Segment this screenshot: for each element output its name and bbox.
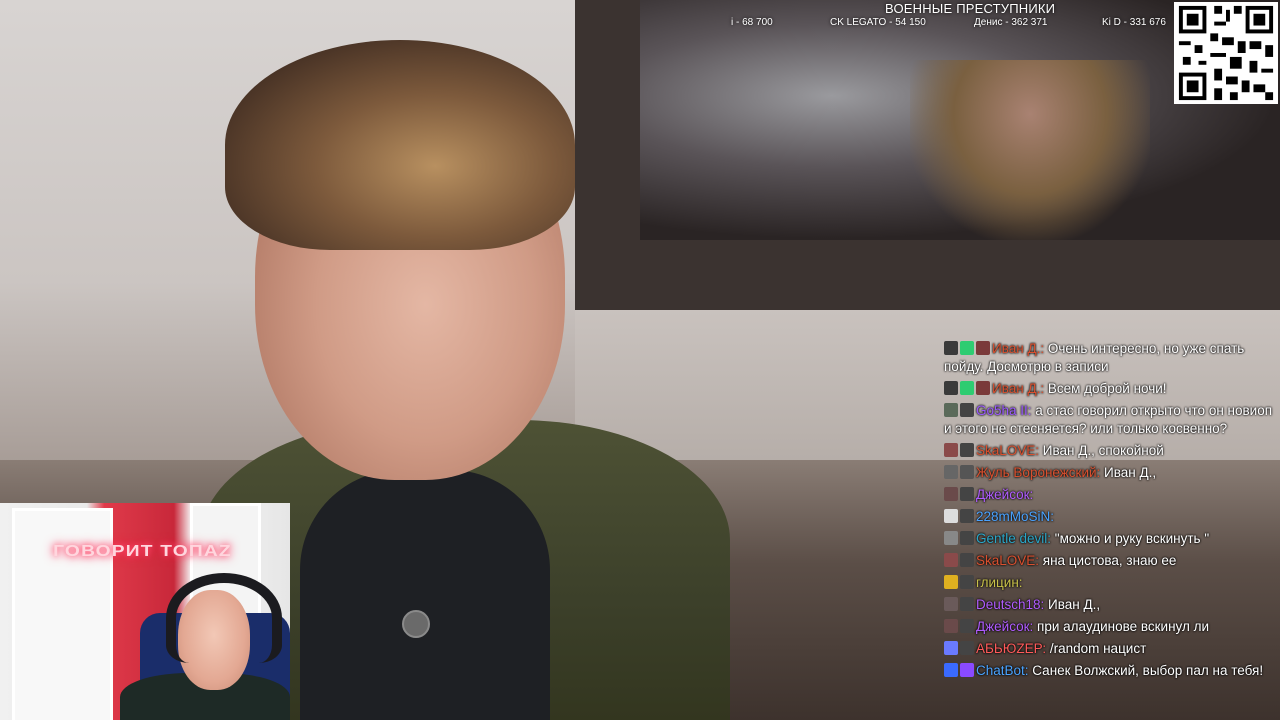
- jacket-button: [402, 610, 430, 638]
- qr-code: [1174, 2, 1278, 104]
- chat-nickname[interactable]: 228mMoSiN:: [976, 509, 1054, 524]
- chat-badge-icon: [944, 619, 958, 633]
- qr-code-icon: [1175, 2, 1277, 104]
- chat-message: SkaLOVE: Иван Д., спокойной: [944, 442, 1274, 460]
- chat-message: Джейсок:: [944, 486, 1274, 504]
- chat-nickname[interactable]: АБЬЮZЕР:: [976, 641, 1046, 656]
- chat-message: Джейсок: при алаудинове вскинул ли: [944, 618, 1274, 636]
- overlay-stat: Ki D - 331 676: [1102, 17, 1166, 28]
- chat-message: Жуль Воронежский: Иван Д.,: [944, 464, 1274, 482]
- tv-person-silhouette: [910, 60, 1150, 240]
- overlay-stat: Денис - 362 371: [974, 17, 1048, 28]
- chat-badge-icon: [944, 341, 958, 355]
- chat-nickname[interactable]: SkaLOVE:: [976, 553, 1039, 568]
- chat-badge-icon: [960, 403, 974, 417]
- chat-nickname[interactable]: глицин:: [976, 575, 1023, 590]
- chat-message: АБЬЮZЕР: /random нацист: [944, 640, 1274, 658]
- chat-badge-icon: [960, 553, 974, 567]
- chat-text: Иван Д.,: [1100, 465, 1157, 480]
- chat-badge-icon: [944, 663, 958, 677]
- overlay-stat: i - 68 700: [731, 17, 773, 28]
- chat-message: Deutsch18: Иван Д.,: [944, 596, 1274, 614]
- chat-message: глицин:: [944, 574, 1274, 592]
- chat-badge-icon: [960, 443, 974, 457]
- webcam-overlay: ГОВОРИТ ТОПАZ: [0, 503, 290, 720]
- stream-chat: Иван Д.: Очень интересно, но уже спать п…: [944, 340, 1274, 684]
- chat-badge-icon: [960, 531, 974, 545]
- chat-badge-icon: [960, 575, 974, 589]
- chat-badge-icon: [960, 381, 974, 395]
- chat-badge-icon: [944, 487, 958, 501]
- interviewee-hair: [225, 40, 575, 250]
- chat-nickname[interactable]: Go5ha II:: [976, 403, 1032, 418]
- chat-message: Иван Д.: Очень интересно, но уже спать п…: [944, 340, 1274, 376]
- chat-badge-icon: [960, 619, 974, 633]
- chat-badge-icon: [960, 641, 974, 655]
- chat-nickname[interactable]: Иван Д.:: [992, 381, 1044, 396]
- chat-badge-icon: [944, 575, 958, 589]
- headset-icon: [166, 573, 282, 663]
- chat-badge-icon: [960, 597, 974, 611]
- chat-text: Иван Д.,: [1044, 597, 1101, 612]
- chat-badge-icon: [960, 341, 974, 355]
- chat-badge-icon: [944, 509, 958, 523]
- chat-badge-icon: [976, 381, 990, 395]
- chat-message: 228mMoSiN:: [944, 508, 1274, 526]
- chat-badge-icon: [960, 509, 974, 523]
- chat-nickname[interactable]: SkaLOVE:: [976, 443, 1039, 458]
- chat-badge-icon: [944, 465, 958, 479]
- chat-text: Всем доброй ночи!: [1044, 381, 1167, 396]
- chat-message: Go5ha II: а стас говорил открыто что он …: [944, 402, 1274, 438]
- chat-message: Иван Д.: Всем доброй ночи!: [944, 380, 1274, 398]
- overlay-stat: CK LEGATO - 54 150: [830, 17, 926, 28]
- chat-message: Gentle devil: "можно и руку вскинуть ": [944, 530, 1274, 548]
- chat-badge-icon: [944, 597, 958, 611]
- chat-text: Иван Д., спокойной: [1039, 443, 1164, 458]
- chat-text: Санек Волжский, выбор пал на тебя!: [1028, 663, 1264, 678]
- chat-badge-icon: [960, 663, 974, 677]
- chat-badge-icon: [944, 403, 958, 417]
- chat-badge-icon: [944, 443, 958, 457]
- chat-text: /random нацист: [1046, 641, 1147, 656]
- interviewee-tshirt: [300, 470, 550, 720]
- chat-nickname[interactable]: Жуль Воронежский:: [976, 465, 1100, 480]
- chat-badge-icon: [944, 553, 958, 567]
- neon-sign: ГОВОРИТ ТОПАZ: [53, 543, 232, 560]
- chat-nickname[interactable]: Gentle devil:: [976, 531, 1051, 546]
- chat-nickname[interactable]: Иван Д.:: [992, 341, 1044, 356]
- chat-nickname[interactable]: Джейсок:: [976, 619, 1033, 634]
- chat-text: "можно и руку вскинуть ": [1051, 531, 1210, 546]
- chat-badge-icon: [944, 531, 958, 545]
- chat-text: яна цистова, знаю ее: [1039, 553, 1177, 568]
- chat-nickname[interactable]: ChatBot:: [976, 663, 1029, 678]
- chat-nickname[interactable]: Deutsch18:: [976, 597, 1044, 612]
- overlay-title: ВОЕННЫЕ ПРЕСТУПНИКИ: [885, 1, 1056, 16]
- chat-message: ChatBot: Санек Волжский, выбор пал на те…: [944, 662, 1274, 680]
- chat-badge-icon: [960, 465, 974, 479]
- chat-badge-icon: [944, 641, 958, 655]
- chat-text: при алаудинове вскинул ли: [1033, 619, 1210, 634]
- chat-message: SkaLOVE: яна цистова, знаю ее: [944, 552, 1274, 570]
- chat-badge-icon: [976, 341, 990, 355]
- chat-nickname[interactable]: Джейсок:: [976, 487, 1033, 502]
- chat-badge-icon: [944, 381, 958, 395]
- webcam-shelf: [12, 508, 113, 720]
- chat-badge-icon: [960, 487, 974, 501]
